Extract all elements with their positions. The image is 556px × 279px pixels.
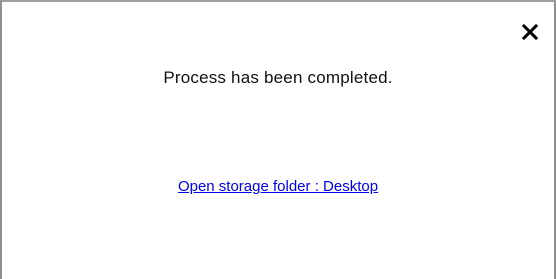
storage-link-container: Open storage folder : Desktop	[2, 178, 554, 195]
open-storage-folder-link[interactable]: Open storage folder : Desktop	[178, 178, 378, 195]
completion-message: Process has been completed.	[163, 68, 393, 87]
close-button[interactable]	[518, 20, 542, 44]
close-icon	[522, 24, 538, 40]
completion-dialog: Process has been completed. Open storage…	[0, 0, 556, 279]
